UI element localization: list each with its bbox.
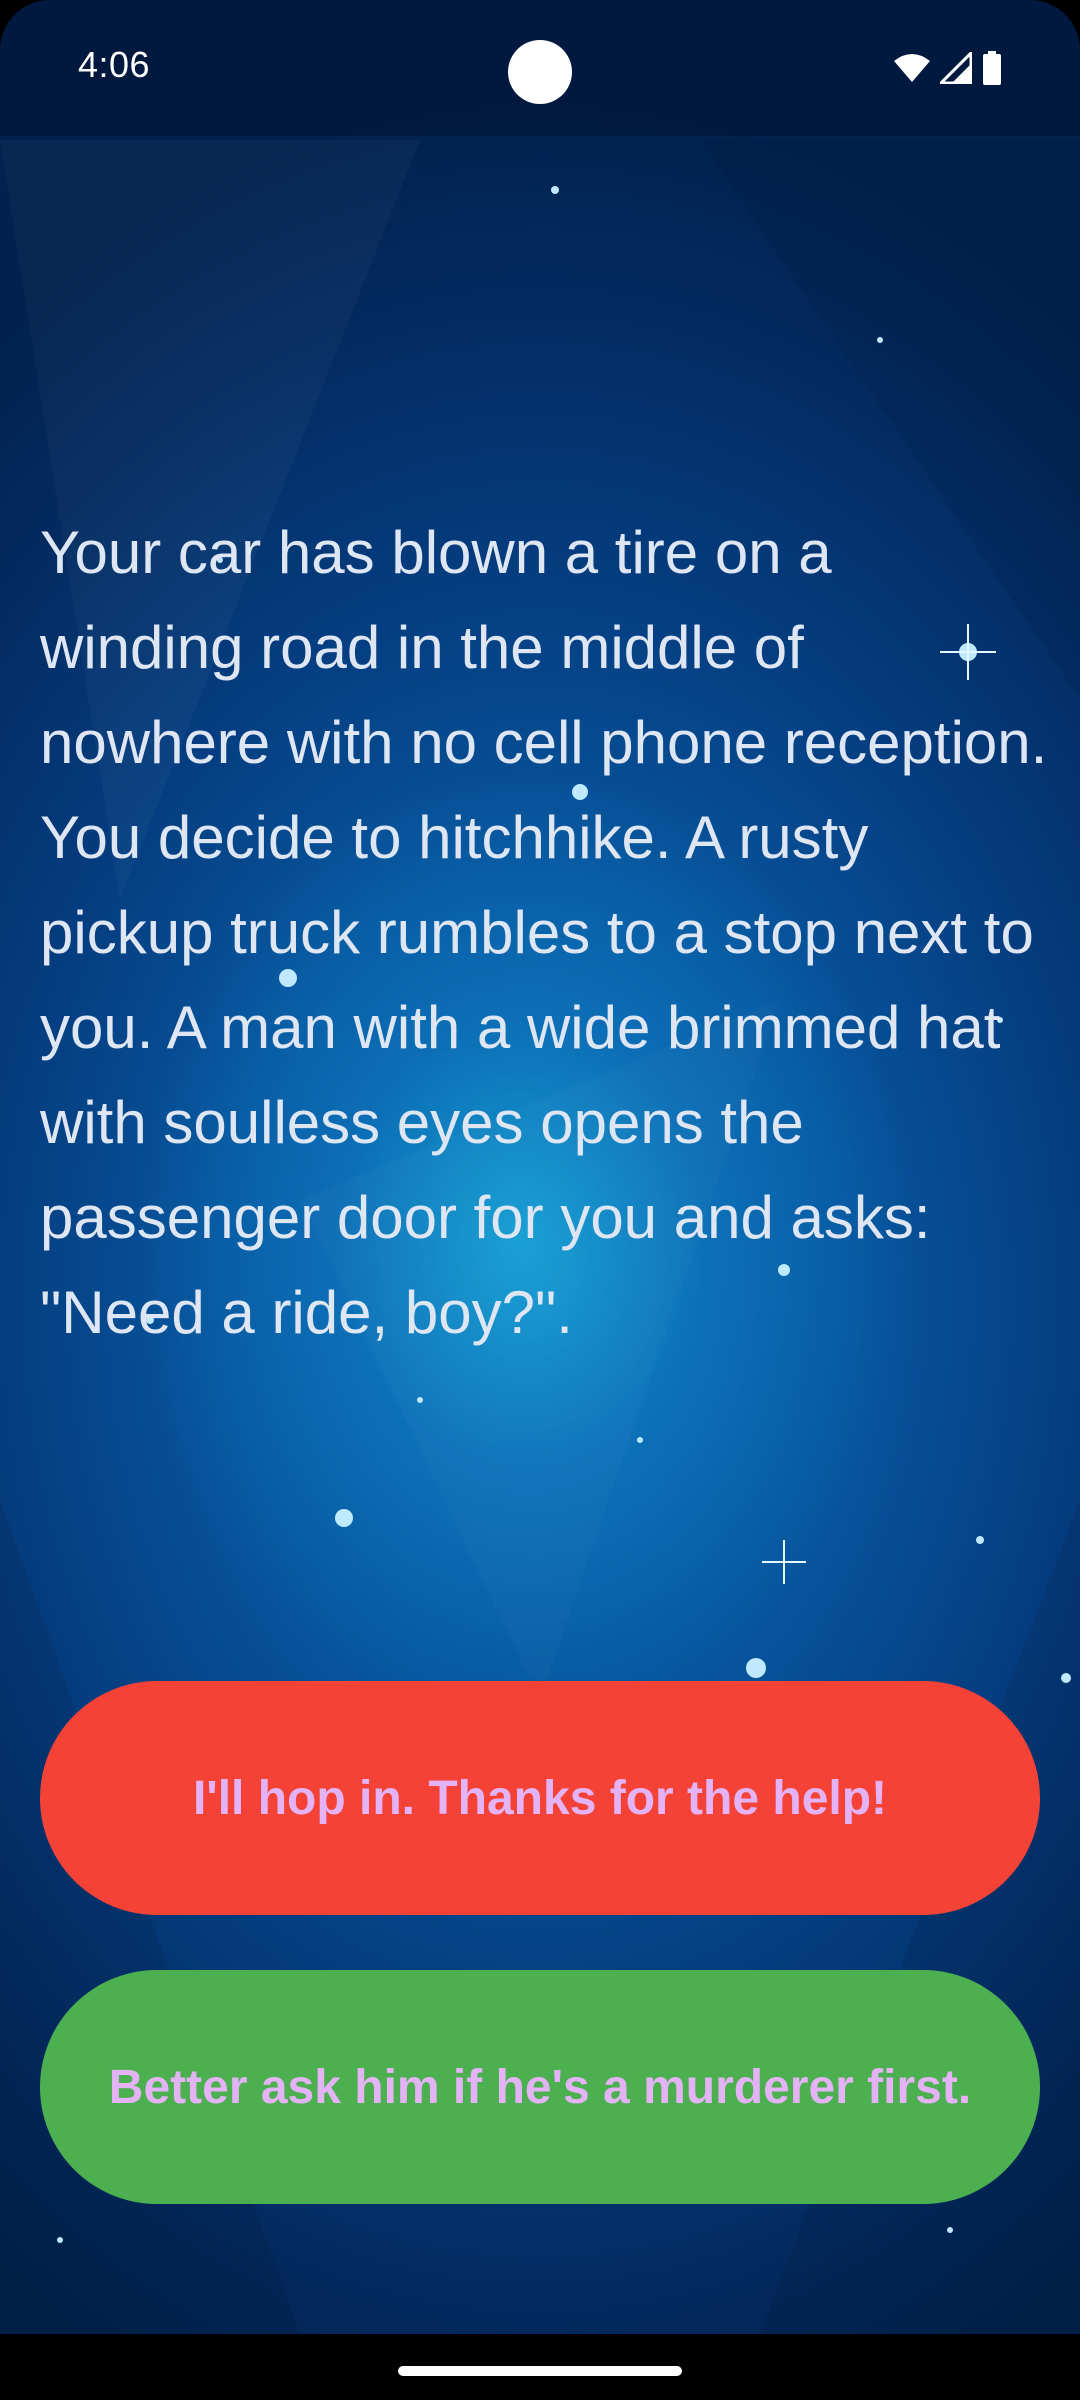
battery-icon [983, 51, 1001, 85]
status-icons [894, 50, 1002, 86]
status-bar: 4:06 [0, 0, 1080, 136]
device-frame: 4:06 Your car has blown a tire on a wind… [0, 0, 1080, 2400]
choice-ask-first-button[interactable]: Better ask him if he's a murderer first. [40, 1970, 1040, 2204]
status-time: 4:06 [78, 44, 151, 85]
cell-signal-icon [940, 52, 972, 84]
camera-cutout [508, 40, 572, 104]
home-gesture-handle[interactable] [398, 2366, 682, 2376]
wifi-icon [894, 54, 930, 82]
story-screen: 4:06 Your car has blown a tire on a wind… [0, 0, 1080, 2334]
choice-hop-in-button[interactable]: I'll hop in. Thanks for the help! [40, 1681, 1040, 1915]
story-text: Your car has blown a tire on a winding r… [40, 519, 1048, 1346]
